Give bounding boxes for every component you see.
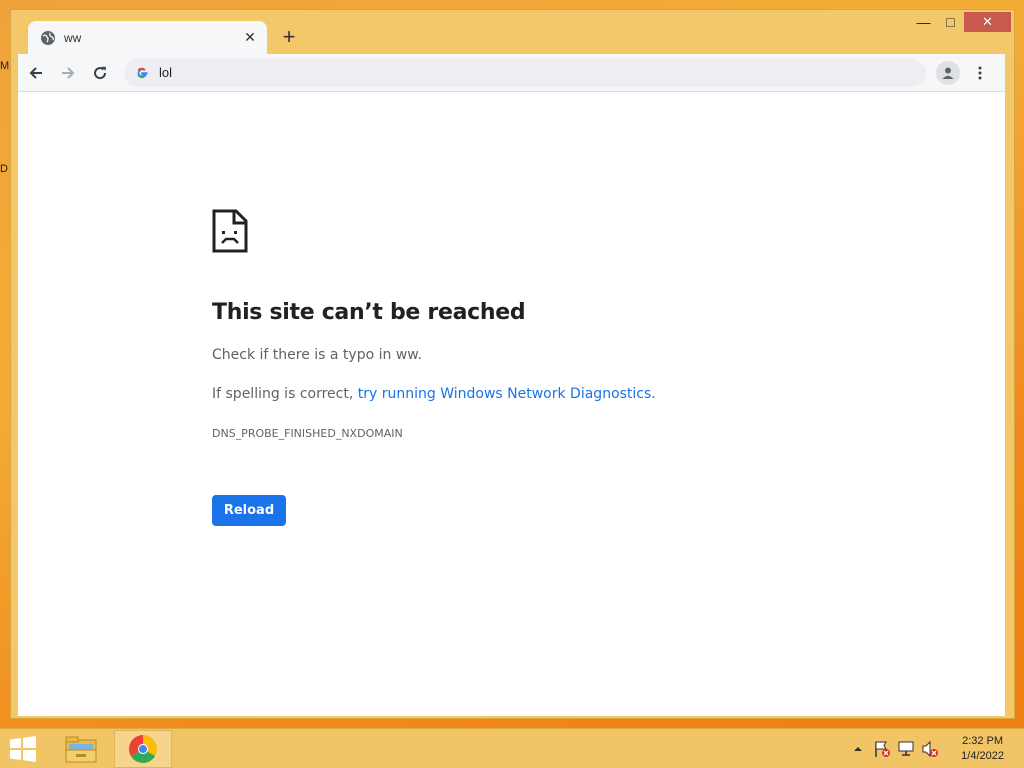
- error-heading: This site can’t be reached: [212, 300, 526, 325]
- speaker-muted-icon: [922, 740, 938, 758]
- window-controls: — □ ✕: [910, 12, 1011, 32]
- google-icon: [137, 67, 148, 78]
- network-tray[interactable]: [896, 739, 916, 759]
- windows-start-icon[interactable]: [8, 736, 38, 762]
- minimize-button[interactable]: —: [910, 12, 937, 32]
- tab-title: ww: [64, 30, 82, 45]
- clock-date: 1/4/2022: [961, 750, 1004, 762]
- system-clock[interactable]: 2:32 PM 1/4/2022: [961, 734, 1004, 764]
- action-center-tray[interactable]: [872, 739, 892, 759]
- error-code: DNS_PROBE_FINISHED_NXDOMAIN: [212, 427, 403, 440]
- show-hidden-icons-button[interactable]: [848, 739, 868, 759]
- maximize-button[interactable]: □: [937, 12, 964, 32]
- profile-button[interactable]: [936, 60, 960, 85]
- error-hint-typo: Check if there is a typo in ww.: [212, 347, 422, 363]
- chevron-up-icon: [854, 747, 862, 751]
- error-hint-diagnostics: If spelling is correct, try running Wind…: [212, 386, 656, 402]
- desktop-icon-label: M: [0, 60, 10, 72]
- network-diagnostics-link[interactable]: try running Windows Network Diagnostics: [358, 386, 652, 402]
- globe-icon: [41, 30, 55, 45]
- person-icon: [942, 67, 954, 79]
- reload-toolbar-button[interactable]: [86, 59, 114, 87]
- close-window-button[interactable]: ✕: [964, 12, 1011, 32]
- flag-icon: [875, 741, 890, 757]
- new-tab-button[interactable]: +: [277, 24, 301, 49]
- sad-page-icon: [212, 209, 248, 253]
- reload-button[interactable]: Reload: [212, 495, 286, 526]
- desktop-icon-label: D: [0, 163, 8, 175]
- browser-window: — □ ✕ ww ✕ + lol This site can’t be reac…: [10, 9, 1015, 719]
- back-button[interactable]: [22, 59, 50, 87]
- forward-button[interactable]: [54, 59, 82, 87]
- browser-menu-button[interactable]: [968, 61, 992, 85]
- arrow-left-icon: [29, 66, 42, 79]
- taskbar-file-explorer[interactable]: [52, 730, 110, 768]
- taskbar-chrome[interactable]: [114, 730, 172, 768]
- volume-tray[interactable]: [920, 739, 940, 759]
- tab-active[interactable]: ww ✕: [28, 21, 267, 54]
- chrome-icon: [129, 735, 157, 763]
- arrow-right-icon: [62, 66, 75, 79]
- hint-suffix: .: [651, 386, 656, 402]
- clock-time: 2:32 PM: [962, 735, 1004, 747]
- folder-icon: [65, 736, 97, 763]
- hint-prefix: If spelling is correct,: [212, 386, 358, 402]
- taskbar: 2:32 PM 1/4/2022: [0, 728, 1024, 768]
- network-icon: [898, 741, 914, 756]
- tab-close-icon[interactable]: ✕: [241, 29, 259, 47]
- url-text: lol: [159, 65, 173, 80]
- refresh-icon: [94, 66, 107, 79]
- page-content: This site can’t be reached Check if ther…: [18, 91, 1005, 716]
- more-vert-icon: [978, 66, 982, 79]
- browser-toolbar: lol: [18, 54, 1005, 91]
- address-bar[interactable]: lol: [124, 58, 926, 87]
